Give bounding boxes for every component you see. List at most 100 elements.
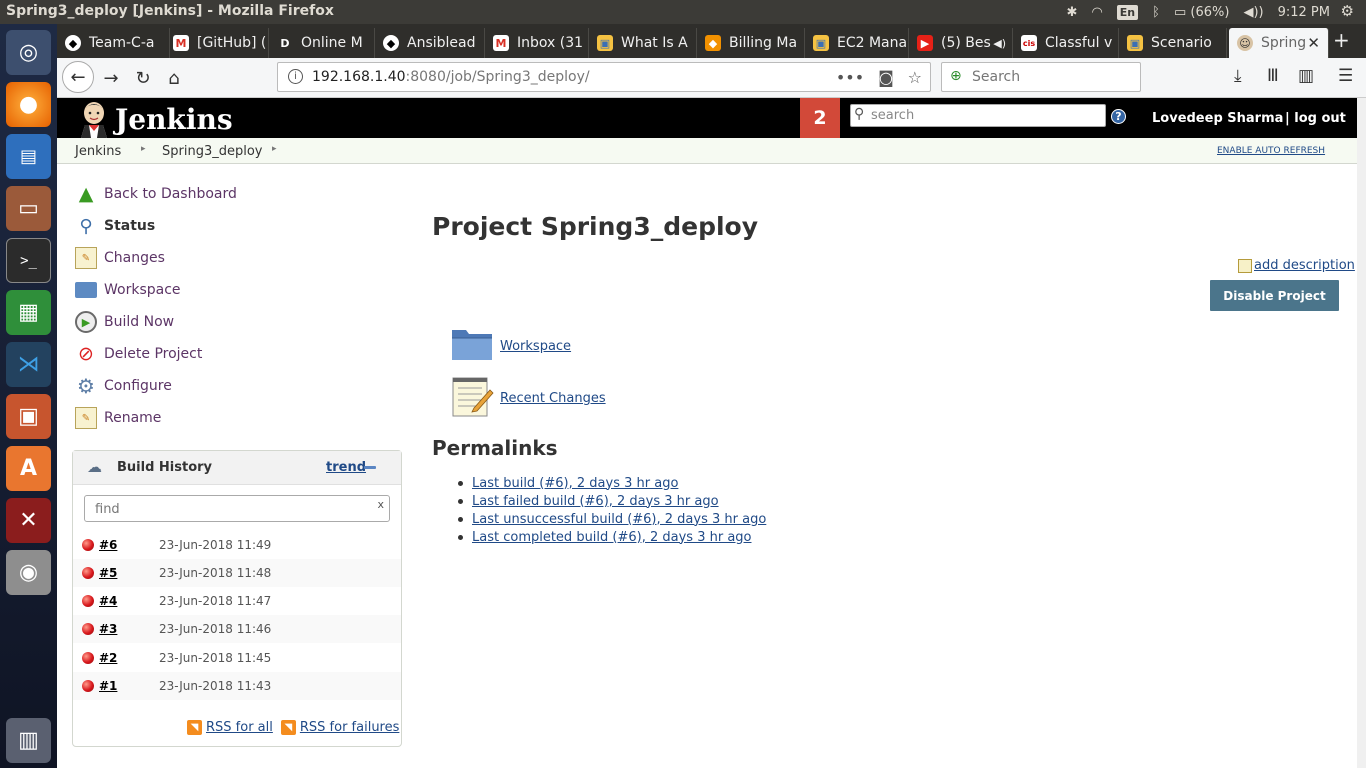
keyboard-layout-indicator[interactable]: En xyxy=(1116,4,1139,20)
url-bar[interactable]: i 192.168.1.40:8080/job/Spring3_deploy/ … xyxy=(277,62,931,92)
page-scrollbar[interactable] xyxy=(1357,98,1366,768)
permalink-item[interactable]: Last failed build (#6), 2 days 3 hr ago xyxy=(458,492,766,510)
rss-all-link[interactable]: RSS for all xyxy=(206,720,273,735)
presentation-icon[interactable]: ▣ xyxy=(6,394,51,439)
task-workspace[interactable]: Workspace xyxy=(75,278,181,302)
user-link[interactable]: Lovedeep Sharma xyxy=(1152,111,1283,126)
new-tab-icon[interactable]: + xyxy=(1333,28,1350,52)
document-viewer-icon[interactable]: ▤ xyxy=(6,134,51,179)
task-changes[interactable]: ✎ Changes xyxy=(75,246,165,270)
forward-button[interactable]: → xyxy=(97,64,125,92)
enable-auto-refresh-link[interactable]: ENABLE AUTO REFRESH xyxy=(1217,146,1325,156)
task-rename[interactable]: ✎ Rename xyxy=(75,406,161,430)
task-delete-project[interactable]: ⊘ Delete Project xyxy=(75,342,202,366)
speaker-icon[interactable]: ◀) xyxy=(993,37,1006,50)
logout-link[interactable]: | log out xyxy=(1285,111,1346,126)
system-settings-icon[interactable]: ✕ xyxy=(6,498,51,543)
power-gear-icon[interactable]: ⚙ xyxy=(1341,2,1354,20)
screenshot-tool-icon[interactable]: ◉ xyxy=(6,550,51,595)
trash-icon[interactable]: ▥ xyxy=(6,718,51,763)
cube-icon: ▣ xyxy=(1127,35,1143,51)
back-button[interactable]: ← xyxy=(62,61,94,93)
vscode-icon[interactable]: ⋊ xyxy=(6,342,51,387)
notepad-icon[interactable] xyxy=(450,374,494,418)
task-build-now[interactable]: ▶ Build Now xyxy=(75,310,174,334)
permalink-item[interactable]: Last build (#6), 2 days 3 hr ago xyxy=(458,474,766,492)
breadcrumb-project[interactable]: Spring3_deploy xyxy=(162,144,262,159)
jenkins-search-input[interactable]: ⚲ search xyxy=(850,104,1106,127)
task-status[interactable]: ⚲ Status xyxy=(75,214,155,238)
home-button[interactable]: ⌂ xyxy=(160,64,188,92)
help-icon[interactable]: ? xyxy=(1111,109,1126,124)
spreadsheet-icon[interactable]: ▦ xyxy=(6,290,51,335)
browser-tab-active[interactable]: ☺ Spring ✕ xyxy=(1229,28,1329,58)
rss-failures-link[interactable]: RSS for failures xyxy=(300,720,400,735)
browser-tab[interactable]: ▶ (5) Bes ◀) xyxy=(909,28,1013,58)
page-actions-icon[interactable]: ••• xyxy=(836,68,864,87)
trend-link[interactable]: trend xyxy=(326,460,366,475)
build-row: #4 23-Jun-2018 11:47 xyxy=(73,587,401,615)
recent-changes-link[interactable]: Recent Changes xyxy=(500,391,606,406)
build-date: 23-Jun-2018 11:49 xyxy=(159,538,272,552)
clear-icon[interactable]: x xyxy=(377,498,384,511)
sidebar-icon[interactable]: ▥ xyxy=(1298,66,1314,86)
system-tray: ✱ ◠ En ᛒ ▭ (66%) ◀)) 9:12 PM xyxy=(1067,0,1366,24)
permalink-item[interactable]: Last unsuccessful build (#6), 2 days 3 h… xyxy=(458,510,766,528)
build-number-link[interactable]: #3 xyxy=(99,622,117,636)
gmail-icon: M xyxy=(493,35,509,51)
close-tab-icon[interactable]: ✕ xyxy=(1307,34,1320,52)
notification-badge[interactable]: 2 xyxy=(800,98,840,138)
firefox-icon[interactable]: ● xyxy=(6,82,51,127)
build-row: #6 23-Jun-2018 11:49 xyxy=(73,531,401,559)
browser-tab[interactable]: ◆ Ansiblead xyxy=(375,28,485,58)
build-number-link[interactable]: #2 xyxy=(99,651,117,665)
folder-icon[interactable] xyxy=(450,324,494,364)
breadcrumb-arrow-icon[interactable]: ▸ xyxy=(141,144,146,154)
build-number-link[interactable]: #1 xyxy=(99,679,117,693)
browser-tab[interactable]: ◆ Team-C-a xyxy=(57,28,170,58)
menu-icon[interactable]: ☰ xyxy=(1338,66,1353,86)
downloads-icon[interactable]: ⤓ xyxy=(1234,66,1242,86)
build-find-input[interactable]: find x xyxy=(84,495,390,522)
browser-tab[interactable]: M Inbox (31 xyxy=(485,28,589,58)
collapse-icon[interactable] xyxy=(364,466,376,469)
terminal-icon[interactable]: >_ xyxy=(6,238,51,283)
build-number-link[interactable]: #5 xyxy=(99,566,117,580)
task-configure[interactable]: ⚙ Configure xyxy=(75,374,172,398)
task-back-to-dashboard[interactable]: ▲ Back to Dashboard xyxy=(75,182,237,206)
failed-status-icon xyxy=(82,623,94,635)
volume-icon[interactable]: ◀)) xyxy=(1243,5,1263,20)
window-title: Spring3_deploy [Jenkins] - Mozilla Firef… xyxy=(6,3,334,19)
library-icon[interactable]: Ⅲ xyxy=(1267,66,1279,86)
browser-tab[interactable]: ▣ What Is A xyxy=(589,28,697,58)
clock[interactable]: 9:12 PM xyxy=(1278,5,1330,20)
workspace-link[interactable]: Workspace xyxy=(500,339,571,354)
wifi-icon[interactable]: ◠ xyxy=(1091,5,1102,20)
browser-tab[interactable]: ◆ Billing Ma xyxy=(697,28,805,58)
disable-project-button[interactable]: Disable Project xyxy=(1210,280,1339,311)
browser-tab[interactable]: cis Classful v xyxy=(1013,28,1119,58)
build-number-link[interactable]: #6 xyxy=(99,538,117,552)
browser-tab[interactable]: ▣ Scenario xyxy=(1119,28,1227,58)
gmail-icon: M xyxy=(173,35,189,51)
software-center-icon[interactable]: A xyxy=(6,446,51,491)
permalink-item[interactable]: Last completed build (#6), 2 days 3 hr a… xyxy=(458,528,766,546)
site-info-icon[interactable]: i xyxy=(288,69,303,84)
browser-tab[interactable]: D Online M xyxy=(269,28,375,58)
breadcrumb-jenkins[interactable]: Jenkins xyxy=(75,144,121,159)
build-number-link[interactable]: #4 xyxy=(99,594,117,608)
pocket-icon[interactable]: ◙ xyxy=(878,68,894,87)
add-description-link[interactable]: add description xyxy=(1238,258,1355,273)
bookmark-star-icon[interactable]: ☆ xyxy=(908,68,922,87)
browser-tab[interactable]: M [GitHub] ( xyxy=(165,28,269,58)
settings-tray-icon[interactable]: ✱ xyxy=(1067,5,1078,20)
browser-tab[interactable]: ▣ EC2 Mana xyxy=(805,28,909,58)
battery-indicator[interactable]: ▭ (66%) xyxy=(1174,5,1229,20)
jenkins-logo[interactable]: Jenkins xyxy=(77,100,233,138)
ubuntu-dash-icon[interactable]: ◎ xyxy=(6,30,51,75)
file-manager-icon[interactable]: ▭ xyxy=(6,186,51,231)
reload-button[interactable]: ↻ xyxy=(129,64,157,92)
breadcrumb-arrow-icon[interactable]: ▸ xyxy=(272,144,277,154)
bluetooth-icon[interactable]: ᛒ xyxy=(1152,5,1160,20)
browser-search-field[interactable]: ⊕ Search xyxy=(941,62,1141,92)
